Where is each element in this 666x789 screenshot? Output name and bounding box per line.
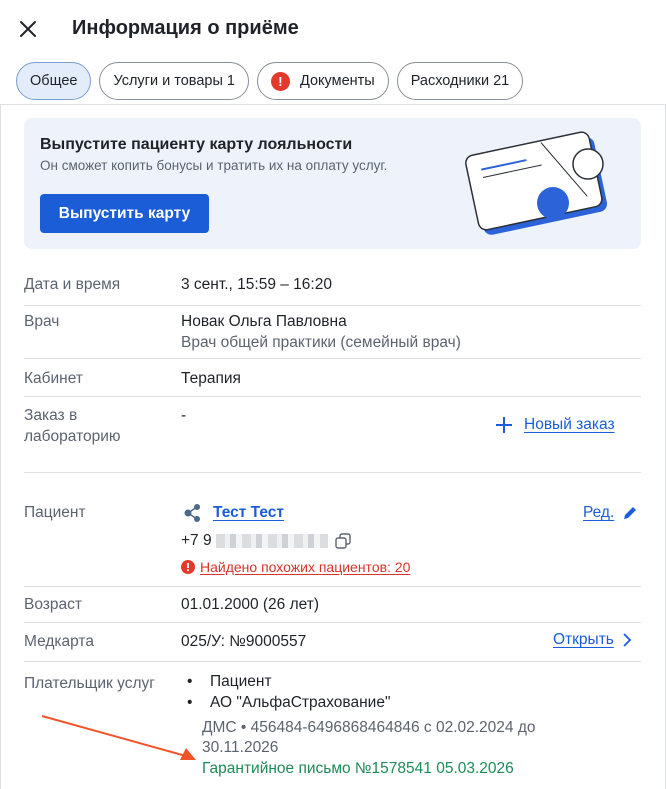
tab-documents[interactable]: ! Документы: [256, 62, 389, 100]
tab-consumables[interactable]: Расходники 21: [396, 62, 524, 100]
patient-name-link[interactable]: Тест Тест: [213, 504, 284, 522]
patient-label: Пациент: [24, 504, 86, 521]
chevron-right-icon: [623, 633, 632, 647]
payer-item-text: АО "АльфаСтрахование": [210, 694, 391, 711]
divider: [24, 622, 641, 623]
warning-icon: !: [270, 71, 290, 91]
tab-label: Документы: [299, 73, 375, 89]
dialog-title: Информация о приёме: [72, 17, 299, 39]
doctor-name: Новак Ольга Павловна: [181, 313, 347, 330]
loyalty-card-illustration: [465, 131, 608, 235]
datetime-label: Дата и время: [24, 276, 121, 293]
lab-label-line1: Заказ в: [24, 407, 78, 424]
phone-masked: [215, 533, 328, 548]
dms-line-2: 30.11.2026: [202, 739, 279, 756]
divider: [24, 358, 641, 359]
tab-bar: Общее Услуги и товары 1 ! Документы Расх…: [16, 62, 524, 100]
divider: [24, 305, 641, 306]
guarantee-letter: Гарантийное письмо №1578541 05.03.2026: [202, 760, 514, 777]
age-label: Возраст: [24, 596, 82, 613]
loyalty-banner: Выпустите пациенту карту лояльности Он с…: [24, 118, 641, 249]
new-order-link[interactable]: Новый заказ: [524, 416, 615, 434]
tab-label: Общее: [30, 73, 78, 89]
patient-name-group: Тест Тест: [181, 502, 284, 524]
similar-patients-warning[interactable]: Найдено похожих пациентов: 20: [181, 559, 410, 575]
medcard-value: 025/У: №9000557: [181, 633, 307, 650]
open-medcard-button[interactable]: Открыть: [553, 631, 632, 649]
edit-link[interactable]: Ред.: [583, 504, 614, 522]
lab-value: -: [181, 407, 187, 424]
room-value: Терапия: [181, 370, 241, 387]
payer-item: АО "АльфаСтрахование": [187, 694, 391, 712]
dms-line-1: ДМС • 456484-6496868464846 с 02.02.2024 …: [202, 719, 536, 736]
close-icon[interactable]: [17, 18, 39, 40]
divider: [24, 472, 641, 473]
tab-general[interactable]: Общее: [16, 62, 92, 100]
payer-item: Пациент: [187, 673, 272, 691]
patient-phone: +7 9: [181, 530, 352, 551]
room-label: Кабинет: [24, 370, 83, 387]
age-value: 01.01.2000 (26 лет): [181, 596, 320, 613]
dialog-header: Информация о приёме: [0, 0, 666, 58]
divider: [24, 396, 641, 397]
phone-prefix: +7 9: [181, 532, 212, 549]
open-link[interactable]: Открыть: [553, 631, 614, 649]
banner-title: Выпустите пациенту карту лояльности: [40, 136, 353, 153]
tab-label: Расходники 21: [410, 73, 510, 89]
divider: [24, 586, 641, 587]
datetime-value: 3 сент., 15:59 – 16:20: [181, 276, 332, 293]
plus-icon: [496, 417, 512, 433]
tab-services[interactable]: Услуги и товары 1: [99, 62, 249, 100]
new-order-button[interactable]: Новый заказ: [494, 415, 615, 435]
medcard-label: Медкарта: [24, 633, 94, 650]
pencil-icon: [624, 507, 637, 519]
divider: [24, 661, 641, 662]
payer-item-text: Пациент: [210, 673, 272, 690]
banner-subtitle: Он сможет копить бонусы и тратить их на …: [40, 158, 388, 173]
copy-icon[interactable]: [334, 532, 352, 550]
doctor-role: Врач общей практики (семейный врач): [181, 334, 461, 351]
lab-label-line2: лабораторию: [24, 428, 121, 445]
edit-patient-button[interactable]: Ред.: [583, 504, 638, 522]
issue-card-button[interactable]: Выпустить карту: [40, 194, 209, 233]
error-icon: [181, 560, 195, 574]
payer-label: Плательщик услуг: [24, 675, 155, 692]
doctor-label: Врач: [24, 313, 60, 330]
annotation-arrow-icon: [41, 715, 196, 760]
patient-network-icon: [184, 504, 200, 522]
similar-patients-link[interactable]: Найдено похожих пациентов: 20: [200, 559, 410, 575]
tab-label: Услуги и товары 1: [113, 73, 235, 89]
